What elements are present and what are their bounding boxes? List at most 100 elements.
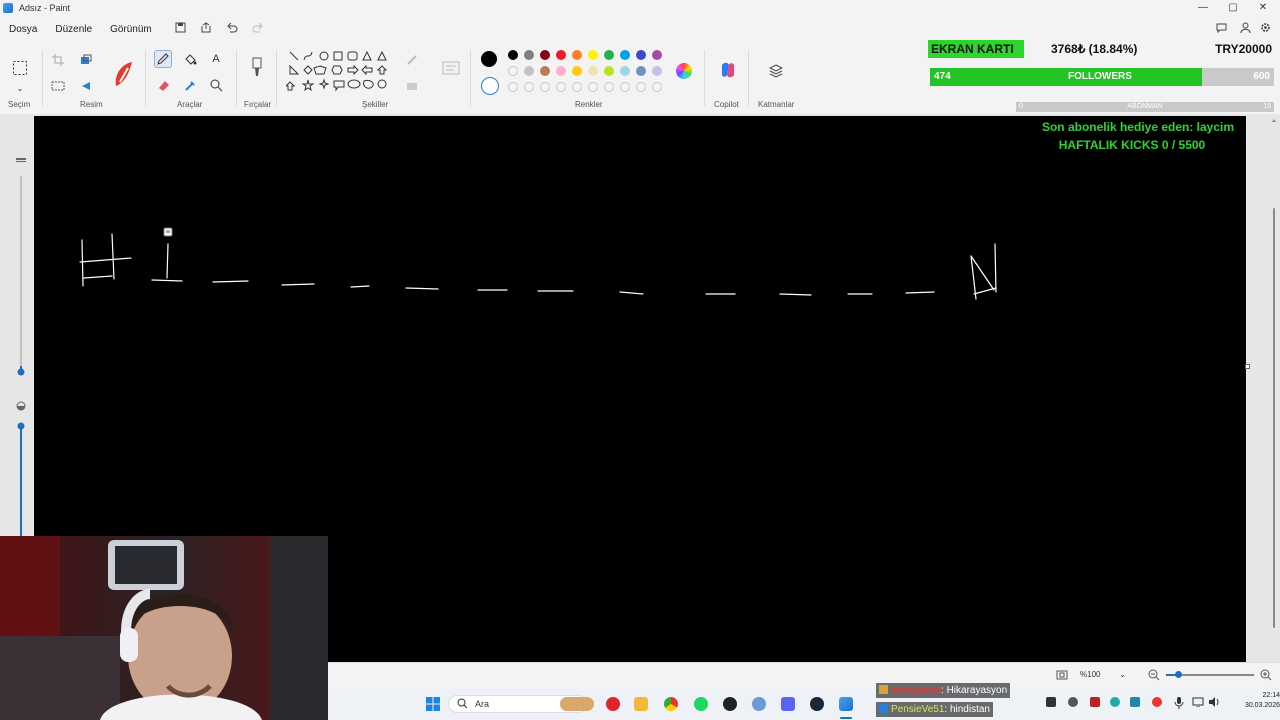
color-swatch[interactable] — [524, 66, 534, 76]
save-icon[interactable] — [175, 22, 186, 36]
tray-app-icon[interactable] — [1046, 697, 1056, 707]
vertical-scrollbar[interactable] — [1270, 118, 1278, 658]
gear-icon[interactable] — [1260, 22, 1271, 36]
color-swatch[interactable] — [540, 66, 550, 76]
zoom-out-icon[interactable] — [1148, 669, 1160, 684]
color-swatch[interactable] — [620, 66, 630, 76]
custom-color-slot[interactable] — [636, 82, 646, 92]
custom-color-slot[interactable] — [588, 82, 598, 92]
zoom-in-icon[interactable] — [1260, 669, 1272, 684]
webcam-overlay — [0, 536, 328, 720]
obs-icon[interactable] — [723, 697, 737, 711]
status-bar: %100 ⌄ — [328, 662, 1280, 686]
pencil-icon[interactable] — [154, 50, 172, 68]
custom-color-slot[interactable] — [524, 82, 534, 92]
share-icon[interactable] — [200, 22, 212, 36]
shapes-gallery[interactable] — [284, 50, 394, 98]
tray-app-icon[interactable] — [1068, 697, 1078, 707]
custom-color-slot[interactable] — [540, 82, 550, 92]
maximize-button[interactable]: ▢ — [1218, 0, 1248, 16]
color-swatch[interactable] — [508, 50, 518, 60]
spotify-icon[interactable] — [694, 697, 708, 711]
feedback-icon[interactable] — [1216, 23, 1227, 36]
paint-app-icon — [3, 3, 13, 13]
color-swatch[interactable] — [620, 50, 630, 60]
custom-color-slot[interactable] — [604, 82, 614, 92]
menu-edit[interactable]: Düzenle — [46, 24, 101, 35]
zoom-select[interactable]: %100 ⌄ — [1080, 667, 1130, 683]
shape-outline-icon[interactable] — [404, 52, 420, 68]
shape-fill-icon[interactable] — [404, 78, 420, 94]
tray-app-icon[interactable] — [1090, 697, 1100, 707]
eraser-icon[interactable] — [155, 77, 171, 93]
custom-color-slot[interactable] — [572, 82, 582, 92]
canvas-resize-handle[interactable] — [1245, 364, 1250, 369]
system-clock[interactable]: 22:14 30.03.2026 — [1224, 691, 1280, 711]
file-explorer-icon[interactable] — [634, 697, 648, 711]
network-icon[interactable] — [1192, 697, 1204, 710]
color-swatch[interactable] — [556, 50, 566, 60]
custom-color-slot[interactable] — [620, 82, 630, 92]
layers-icon[interactable] — [768, 63, 784, 79]
paint-taskbar-icon[interactable] — [839, 697, 853, 711]
color-swatch[interactable] — [572, 66, 582, 76]
primary-color-swatch[interactable] — [481, 51, 497, 67]
color-swatch[interactable] — [556, 66, 566, 76]
tray-app-icon[interactable] — [1110, 697, 1120, 707]
copilot-icon[interactable] — [718, 60, 738, 80]
color-swatch[interactable] — [604, 50, 614, 60]
account-icon[interactable] — [1240, 22, 1251, 36]
chat-message: PensieVe51: hindistan — [876, 702, 993, 717]
start-button-icon[interactable] — [426, 697, 440, 711]
select-rectangle-icon[interactable] — [10, 58, 30, 78]
custom-color-slot[interactable] — [508, 82, 518, 92]
select-all-icon[interactable] — [50, 78, 66, 94]
select-dropdown-icon[interactable]: ⌄ — [12, 80, 28, 96]
tray-app-icon[interactable] — [1152, 697, 1162, 707]
custom-color-slot[interactable] — [556, 82, 566, 92]
undo-icon[interactable] — [226, 22, 238, 36]
zoom-slider-thumb[interactable] — [1175, 671, 1182, 678]
color-swatch[interactable] — [588, 66, 598, 76]
menu-view[interactable]: Görünüm — [101, 24, 161, 35]
media-app-icon[interactable] — [606, 697, 620, 711]
color-swatch[interactable] — [604, 66, 614, 76]
color-swatch[interactable] — [652, 50, 662, 60]
brush-icon[interactable] — [248, 56, 266, 78]
gpu-goal-label: EKRAN KARTI — [928, 40, 1024, 58]
settings-app-icon[interactable] — [752, 697, 766, 711]
steam-icon[interactable] — [810, 697, 824, 711]
magnifier-icon[interactable] — [208, 77, 224, 93]
custom-color-slot[interactable] — [652, 82, 662, 92]
color-swatch[interactable] — [636, 66, 646, 76]
rotate-icon[interactable] — [78, 78, 94, 94]
tray-app-icon[interactable] — [1130, 697, 1140, 707]
scrollbar-thumb — [1273, 208, 1275, 628]
search-highlight-icon[interactable] — [560, 697, 594, 711]
color-picker-icon[interactable] — [182, 77, 198, 93]
text-tool-icon[interactable]: A — [208, 51, 224, 67]
volume-icon[interactable] — [1208, 697, 1220, 710]
color-swatch[interactable] — [540, 50, 550, 60]
minimize-button[interactable]: — — [1188, 0, 1218, 16]
menu-file[interactable]: Dosya — [0, 24, 46, 35]
secondary-color-swatch[interactable] — [481, 77, 499, 95]
close-button[interactable]: ✕ — [1248, 0, 1278, 16]
edit-colors-icon[interactable] — [676, 63, 692, 79]
shape-style-icon[interactable] — [441, 60, 461, 76]
redo-icon[interactable] — [252, 22, 264, 36]
color-swatch[interactable] — [572, 50, 582, 60]
color-swatch[interactable] — [636, 50, 646, 60]
fill-bucket-icon[interactable] — [182, 51, 198, 67]
image-generator-icon[interactable] — [112, 60, 136, 90]
crop-icon[interactable] — [50, 52, 66, 68]
fit-to-window-icon[interactable] — [1056, 669, 1068, 684]
color-swatch[interactable] — [508, 66, 518, 76]
microphone-icon[interactable] — [1174, 697, 1184, 712]
discord-icon[interactable] — [781, 697, 795, 711]
color-swatch[interactable] — [588, 50, 598, 60]
color-swatch[interactable] — [652, 66, 662, 76]
resize-icon[interactable] — [78, 52, 94, 68]
chrome-icon[interactable] — [664, 697, 678, 711]
color-swatch[interactable] — [524, 50, 534, 60]
